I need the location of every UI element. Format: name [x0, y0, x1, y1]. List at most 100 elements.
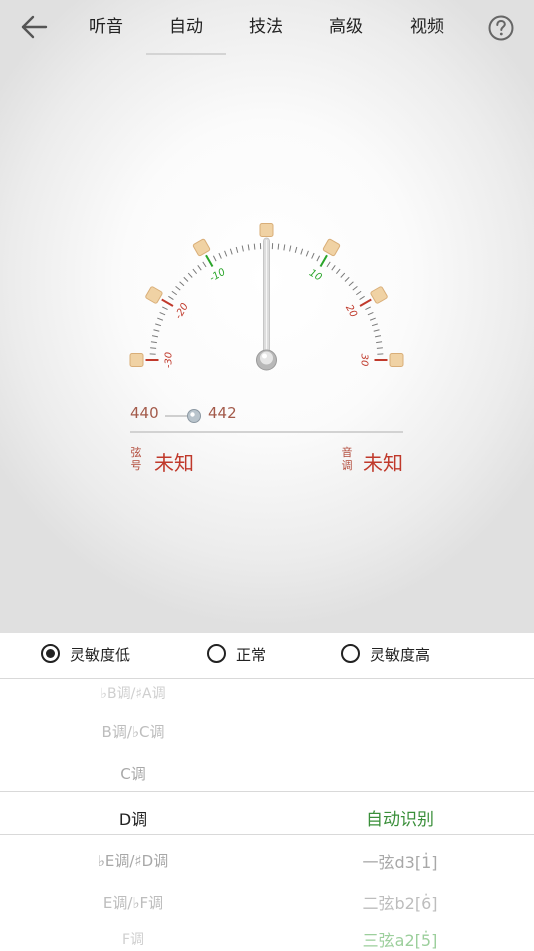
minor-tick [155, 324, 161, 326]
minor-tick [203, 262, 206, 267]
scale-label: 20 [343, 303, 359, 320]
tone-value: 未知 [363, 447, 403, 476]
scale-marker [260, 224, 273, 237]
minor-tick [180, 282, 184, 286]
a4-min-label: 440 [130, 404, 159, 422]
major-tick [206, 255, 213, 266]
major-tick [360, 300, 371, 307]
minor-tick [332, 265, 336, 270]
mode-option-selected[interactable]: 自动识别 [320, 805, 480, 830]
minor-tick [327, 262, 330, 267]
scale-marker [390, 354, 403, 367]
minor-tick [317, 256, 320, 261]
scale-label: -10 [208, 267, 228, 285]
tone-label-char-2: 调 [341, 459, 353, 472]
scale-marker [145, 286, 163, 304]
scale-marker [370, 286, 388, 304]
minor-tick [152, 336, 158, 337]
key-option[interactable]: E调/♭F调 [50, 892, 216, 913]
minor-tick [375, 336, 381, 337]
minor-tick [254, 244, 255, 250]
major-tick [321, 255, 328, 266]
minor-tick [184, 277, 188, 281]
mode-option[interactable]: 三弦a2[5̇] [320, 927, 480, 951]
minor-tick [290, 246, 291, 252]
radio-label: 正常 [236, 644, 266, 665]
minor-tick [157, 318, 163, 320]
settings-panel: 灵敏度低 正常 灵敏度高 ♭B调/♯A调 B调/♭C调 C调 D调 ♭E调/♯D… [0, 633, 534, 949]
string-label: 弦 号 [130, 446, 142, 472]
divider [130, 431, 403, 433]
radio-checked-icon [41, 644, 60, 663]
minor-tick [236, 247, 238, 253]
minor-tick [341, 273, 345, 277]
minor-tick [198, 265, 202, 270]
radio-label: 灵敏度低 [70, 644, 130, 665]
scale-label: -30 [164, 352, 175, 368]
minor-tick [353, 286, 358, 290]
scale-marker [130, 354, 143, 367]
scale-marker [193, 239, 211, 257]
minor-tick [168, 296, 173, 299]
string-label-char-2: 号 [130, 459, 142, 472]
minor-tick [278, 244, 279, 250]
radio-label: 灵敏度高 [370, 644, 430, 665]
minor-tick [248, 244, 249, 250]
radio-unchecked-icon [341, 644, 360, 663]
needle [264, 238, 270, 358]
minor-tick [365, 307, 370, 310]
minor-tick [312, 253, 314, 258]
string-value: 未知 [154, 447, 194, 476]
key-option[interactable]: B调/♭C调 [50, 721, 216, 742]
minor-tick [153, 330, 159, 332]
minor-tick [162, 307, 167, 310]
key-option[interactable]: ♭E调/♯D调 [50, 850, 216, 871]
minor-tick [356, 291, 361, 295]
string-label-char-1: 弦 [130, 446, 142, 459]
a4-slider[interactable] [163, 406, 205, 426]
key-option[interactable]: C调 [50, 763, 216, 784]
minor-tick [160, 312, 165, 314]
radio-unchecked-icon [207, 644, 226, 663]
a4-max-label: 442 [208, 404, 237, 422]
scale-marker [323, 239, 341, 257]
minor-tick [295, 247, 297, 253]
minor-tick [284, 244, 285, 250]
minor-tick [377, 348, 383, 349]
minor-tick [150, 348, 156, 349]
minor-tick [370, 318, 376, 320]
key-option[interactable]: ♭B调/♯A调 [50, 683, 216, 703]
minor-tick [151, 342, 157, 343]
sensitivity-options: 灵敏度低 正常 灵敏度高 [0, 633, 534, 679]
minor-tick [219, 253, 221, 258]
minor-tick [368, 312, 373, 314]
scale-label: 10 [307, 268, 324, 284]
scale-label: 30 [359, 354, 370, 367]
tone-label: 音 调 [341, 446, 353, 472]
minor-tick [172, 291, 177, 295]
minor-tick [225, 251, 227, 257]
minor-tick [188, 273, 192, 277]
minor-tick [193, 269, 197, 274]
minor-tick [230, 249, 232, 255]
mode-option[interactable]: 一弦d3[1̇] [320, 849, 480, 873]
minor-tick [345, 277, 349, 281]
key-option-selected[interactable]: D调 [50, 806, 216, 830]
mode-option[interactable]: 二弦b2[6̇] [320, 890, 480, 914]
minor-tick [360, 296, 365, 299]
needle-hub [257, 350, 277, 370]
tuning-gauge: -10 10 -20 20 -30 30 [0, 0, 534, 633]
minor-tick [176, 286, 181, 290]
minor-tick [349, 282, 353, 286]
minor-tick [301, 249, 303, 255]
major-tick [162, 300, 173, 307]
minor-tick [336, 269, 340, 274]
minor-tick [374, 330, 380, 332]
tone-label-char-1: 音 [341, 446, 353, 459]
key-option[interactable]: F调 [50, 929, 216, 949]
minor-tick [372, 324, 378, 326]
a4-frequency-row: 440 442 [130, 404, 405, 428]
minor-tick [213, 256, 216, 261]
scale-label: -20 [173, 301, 191, 321]
minor-tick [306, 251, 308, 257]
